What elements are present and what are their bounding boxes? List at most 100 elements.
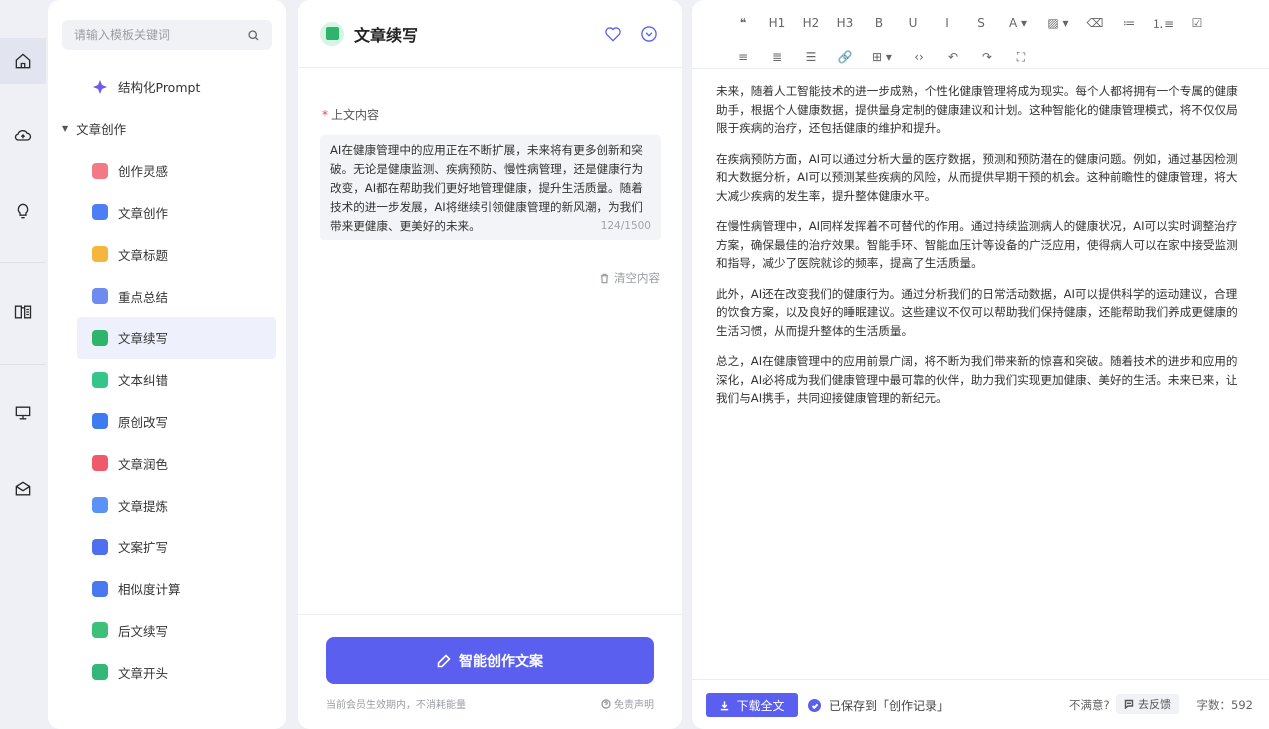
nav-library[interactable] xyxy=(0,289,46,335)
toolbar-button[interactable]: ⌫ xyxy=(1078,11,1112,35)
toolbar-button[interactable]: B xyxy=(862,11,896,35)
toolbar-button[interactable]: A ▾ xyxy=(998,11,1038,35)
nav-mail[interactable] xyxy=(0,466,46,512)
toolbar-button[interactable]: ▨ ▾ xyxy=(1038,11,1078,35)
nav-cloud[interactable] xyxy=(0,112,46,158)
mail-icon xyxy=(15,481,31,496)
template-item-label: 文案扩写 xyxy=(118,540,169,556)
toolbar-button[interactable]: ≡ xyxy=(726,45,760,69)
editor-panel: ❝ H1 H2 H3 B U I S A ▾ ▨ ▾ ⌫ ≔ ⒈≡ ☑ ≡ ≣ ☰ 🔗 ⊞ ▾ ‹› ↶ ↷ ⛶ 未来，随… xyxy=(692,0,1269,729)
template-item[interactable]: 创作灵感 xyxy=(48,150,286,192)
toolbar-button[interactable]: H3 xyxy=(828,11,862,35)
template-item[interactable]: 重点总结 xyxy=(48,275,286,317)
editor-paragraph: 此外，AI还在改变我们的健康行为。通过分析我们的日常活动数据，AI可以提供科学的… xyxy=(716,286,1238,338)
template-item[interactable]: 文章润色 xyxy=(48,442,286,484)
template-list: 结构化Prompt ▼ 文章创作 创作灵感文章创作文章标题重点总结文章续写文本纠… xyxy=(48,66,286,693)
template-item[interactable]: 文章创作 xyxy=(48,192,286,234)
toolbar-button[interactable]: ≔ xyxy=(1112,11,1146,35)
template-item[interactable]: 文本纠错 xyxy=(48,359,286,401)
disclaimer-link[interactable]: 免责声明 xyxy=(601,696,654,711)
check-circle-icon xyxy=(808,699,821,712)
disclaimer-label: 免责声明 xyxy=(614,700,654,711)
template-item-icon xyxy=(92,664,108,681)
template-item[interactable]: 相似度计算 xyxy=(48,568,286,610)
toolbar-button[interactable]: H2 xyxy=(794,11,828,35)
toolbar-button[interactable]: I xyxy=(930,11,964,35)
generate-label: 智能创作文案 xyxy=(459,653,543,670)
toolbar-button[interactable]: ↶ xyxy=(936,45,970,69)
toolbar-button[interactable]: ≣ xyxy=(760,45,794,69)
toolbar-button[interactable]: ⛶ xyxy=(1004,45,1038,69)
template-item[interactable]: 文章开头 xyxy=(48,651,286,693)
toolbar-button[interactable]: H1 xyxy=(760,11,794,35)
editor-paragraph: 未来，随着人工智能技术的进一步成熟，个性化健康管理将成为现实。每个人都将拥有一个… xyxy=(716,84,1238,135)
template-group-article[interactable]: ▼ 文章创作 xyxy=(48,108,286,150)
nav-inspiration[interactable] xyxy=(0,188,46,234)
toolbar-button[interactable]: ☑ xyxy=(1180,11,1214,35)
template-item[interactable]: 文章提炼 xyxy=(48,484,286,526)
template-logo-icon xyxy=(320,21,344,46)
toolbar-button[interactable]: ‹› xyxy=(902,45,936,69)
template-item-icon xyxy=(92,622,108,639)
template-item-icon xyxy=(92,371,108,388)
unsatisfied-label: 不满意? xyxy=(1069,698,1110,712)
clear-content-button[interactable]: 清空内容 xyxy=(599,270,660,286)
collapse-button[interactable] xyxy=(638,23,660,45)
template-item[interactable]: 后文续写 xyxy=(48,610,286,652)
template-item-label: 文本纠错 xyxy=(118,373,169,389)
template-item-label: 原创改写 xyxy=(118,414,169,430)
editor-paragraph: 在慢性病管理中，AI同样发挥着不可替代的作用。通过持续监测病人的健康状况，AI可… xyxy=(716,219,1238,270)
template-item-label: 后文续写 xyxy=(118,623,169,639)
book-icon xyxy=(14,305,32,319)
toolbar-button[interactable]: 🔗 xyxy=(828,45,862,69)
template-item[interactable]: 原创改写 xyxy=(48,401,286,443)
nav-monitor[interactable] xyxy=(0,390,46,436)
toolbar-button[interactable]: ⊞ ▾ xyxy=(862,45,902,69)
heart-icon xyxy=(605,26,621,42)
toolbar-button[interactable]: S xyxy=(964,11,998,35)
toolbar-button[interactable]: ↷ xyxy=(970,45,1004,69)
editor-content[interactable]: 未来，随着人工智能技术的进一步成熟，个性化健康管理将成为现实。每个人都将拥有一个… xyxy=(716,82,1240,420)
template-item[interactable]: 文章标题 xyxy=(48,233,286,275)
template-item-label: 相似度计算 xyxy=(118,582,181,598)
nav-home[interactable] xyxy=(0,38,46,84)
context-textarea[interactable]: AI在健康管理中的应用正在不断扩展，未来将有更多创新和突破。无论是健康监测、疾病… xyxy=(320,135,661,240)
monitor-icon xyxy=(15,406,31,420)
favorite-button[interactable] xyxy=(602,23,624,45)
template-item-label: 创作灵感 xyxy=(118,164,169,180)
toolbar-button[interactable]: ☰ xyxy=(794,45,828,69)
sparkle-icon xyxy=(92,79,108,95)
template-item[interactable]: 文案扩写 xyxy=(48,526,286,568)
download-icon xyxy=(721,700,729,710)
search-icon[interactable] xyxy=(247,29,260,42)
template-item-icon xyxy=(92,580,108,597)
char-count: 124/1500 xyxy=(600,220,651,232)
template-item-icon xyxy=(92,455,108,472)
template-item[interactable]: 文章续写 xyxy=(77,316,276,359)
toolbar-button[interactable]: U xyxy=(896,11,930,35)
template-item-structured-prompt[interactable]: 结构化Prompt xyxy=(48,66,286,108)
template-item-label: 文章润色 xyxy=(118,456,169,472)
template-item-icon xyxy=(92,204,108,221)
toolbar-button[interactable]: ❝ xyxy=(726,11,760,35)
template-item-icon xyxy=(92,538,108,555)
template-item-icon xyxy=(92,329,108,346)
context-field-label: * 上文内容 xyxy=(322,106,379,123)
input-panel-header: 文章续写 xyxy=(298,0,682,68)
generate-button[interactable]: 智能创作文案 xyxy=(326,637,654,684)
template-item-icon xyxy=(92,246,108,263)
trash-icon xyxy=(600,273,609,283)
editor-paragraph: 在疾病预防方面，AI可以通过分析大量的医疗数据，预测和预防潜在的健康问题。例如，… xyxy=(716,151,1238,203)
template-item-label: 文章标题 xyxy=(118,247,169,263)
template-item-label: 文章开头 xyxy=(118,665,169,681)
template-item-label: 重点总结 xyxy=(118,289,169,305)
saved-label: 已保存到「创作记录」 xyxy=(829,699,950,713)
template-item-label: 文章提炼 xyxy=(118,498,169,514)
download-button[interactable]: 下载全文 xyxy=(706,693,798,717)
page-title: 文章续写 xyxy=(354,25,419,45)
help-circle-icon xyxy=(601,698,611,709)
feedback-button[interactable]: 去反馈 xyxy=(1116,694,1179,714)
toolbar-button[interactable]: ⒈≡ xyxy=(1146,11,1180,35)
template-search-input[interactable] xyxy=(74,28,247,42)
feedback-label: 去反馈 xyxy=(1138,698,1171,711)
